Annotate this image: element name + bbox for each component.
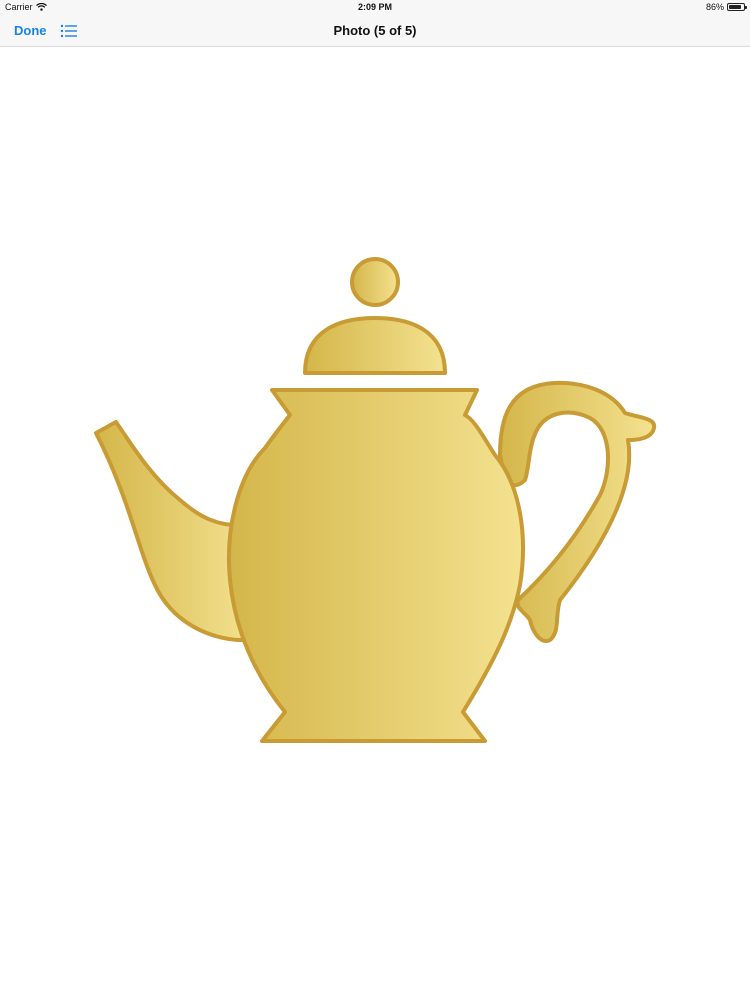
teapot-handle — [498, 380, 657, 643]
nav-title: Photo (5 of 5) — [333, 23, 417, 38]
photo-area[interactable] — [0, 47, 750, 1000]
battery-level-fill — [729, 5, 741, 9]
battery-icon — [727, 3, 747, 11]
status-right: 86% — [705, 2, 747, 12]
teapot-lid-knob — [350, 257, 400, 307]
teapot-lid — [303, 316, 447, 375]
photo-viewer-screen: Carrier 2:09 PM 86% Done Photo (5 of 5) — [0, 0, 750, 1000]
navigation-bar: Done Photo (5 of 5) — [0, 14, 750, 47]
status-time: 2:09 PM — [357, 2, 392, 12]
teapot-image — [94, 257, 657, 743]
teapot-body — [226, 388, 525, 743]
status-bar: Carrier 2:09 PM 86% — [0, 0, 750, 14]
battery-percent: 86% — [705, 2, 724, 12]
